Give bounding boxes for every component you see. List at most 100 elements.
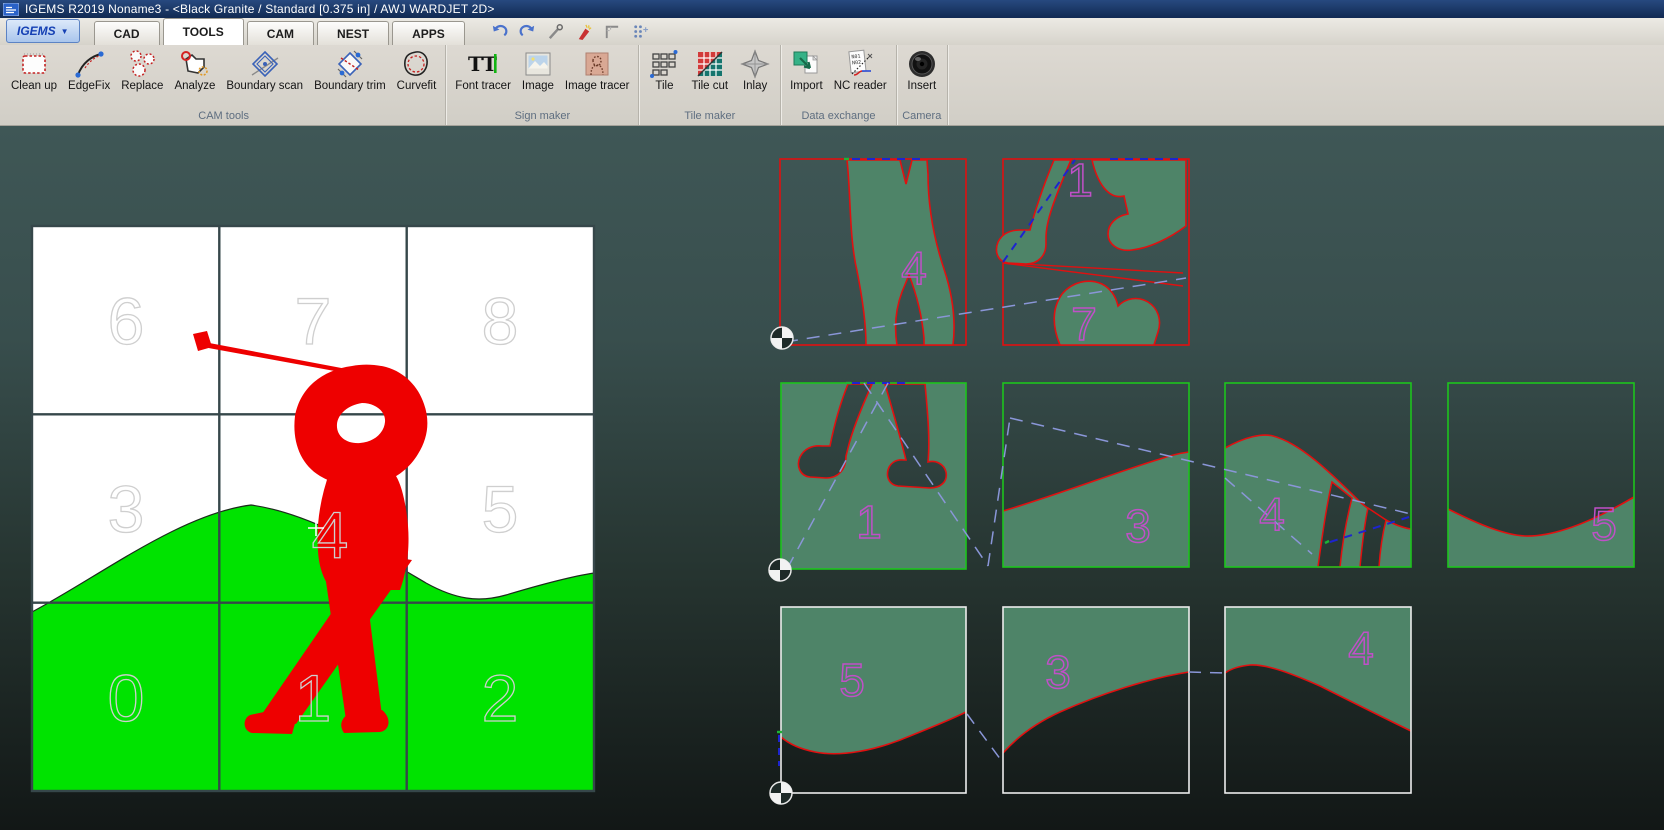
button-label: EdgeFix: [68, 80, 110, 92]
tab-apps[interactable]: APPS: [392, 21, 465, 45]
chevron-down-icon: ▼: [61, 27, 69, 36]
button-label: Boundary trim: [314, 80, 386, 92]
tile-icon: [648, 48, 680, 80]
button-label: Clean up: [11, 80, 57, 92]
svg-text:3: 3: [108, 472, 145, 546]
import-button[interactable]: Import: [786, 47, 827, 93]
replace-button[interactable]: Replace: [117, 47, 167, 93]
group-data-exchange: Import N01N02 NC reader Data exchange: [781, 45, 897, 125]
svg-text:5: 5: [482, 472, 519, 546]
svg-text:3: 3: [1045, 646, 1071, 698]
igems-menu-label: IGEMS: [17, 24, 56, 38]
white-tile-2-material[interactable]: [1003, 607, 1189, 753]
svg-text:5: 5: [1591, 498, 1617, 550]
svg-text:6: 6: [108, 284, 145, 358]
analyze-button[interactable]: Analyze: [170, 47, 219, 93]
origin-marker-row3[interactable]: [770, 782, 792, 804]
button-label: Image: [522, 80, 554, 92]
tile-button[interactable]: Tile: [644, 47, 684, 93]
tab-nest[interactable]: NEST: [317, 21, 389, 45]
piece-arm-band[interactable]: [1092, 160, 1186, 250]
tile-cut-button[interactable]: Tile cut: [687, 47, 732, 93]
button-label: NC reader: [834, 80, 887, 92]
svg-text:4: 4: [1259, 488, 1285, 540]
piece-boot[interactable]: [996, 160, 1071, 264]
font-tracer-button[interactable]: TT Font tracer: [451, 47, 515, 93]
boundary-trim-button[interactable]: Boundary trim: [310, 47, 390, 93]
svg-text:1: 1: [295, 661, 332, 735]
green-tile-3-material[interactable]: [1225, 435, 1411, 567]
corner-icon[interactable]: [602, 22, 621, 41]
piece-blob[interactable]: [1054, 281, 1159, 345]
boundary-scan-button[interactable]: Boundary scan: [222, 47, 307, 93]
cad-viewport[interactable]: 6 7 8 3 4 5 0 1 2: [0, 126, 1664, 830]
clean-up-button[interactable]: Clean up: [7, 47, 61, 93]
output-row-red[interactable]: 4 1 7: [780, 154, 1189, 350]
group-label-sign-maker: Sign maker: [451, 109, 633, 125]
button-label: Analyze: [174, 80, 215, 92]
group-label-tile-maker: Tile maker: [644, 109, 775, 125]
ribbon-tab-bar: IGEMS ▼ CAD TOOLS CAM NEST APPS: [0, 18, 1664, 45]
svg-text:7: 7: [1071, 298, 1097, 350]
svg-text:2: 2: [482, 661, 519, 735]
inlay-icon: [739, 48, 771, 80]
cleanup-icon: [18, 48, 50, 80]
group-label-data-exchange: Data exchange: [786, 109, 891, 125]
group-camera: Insert Camera: [897, 45, 948, 125]
group-sign-maker: TT Font tracer Image Image tracer Sign m…: [446, 45, 639, 125]
title-bar: IGEMS R2019 Noname3 - <Black Granite / S…: [0, 0, 1664, 18]
output-row-green[interactable]: 1 3 4 5: [781, 383, 1634, 569]
group-label-cam-tools: CAM tools: [7, 109, 440, 125]
quick-access-toolbar: [490, 22, 649, 41]
source-tile-grid[interactable]: 6 7 8 3 4 5 0 1 2: [32, 226, 594, 791]
button-label: Tile cut: [691, 80, 728, 92]
group-tile-maker: Tile Tile cut Inlay Tile maker: [639, 45, 781, 125]
insert-camera-button[interactable]: Insert: [902, 47, 942, 93]
font-tracer-icon: TT: [467, 48, 499, 80]
white-tile-1-material[interactable]: [781, 607, 966, 754]
import-icon: [790, 48, 822, 80]
origin-marker-row1[interactable]: [771, 327, 793, 349]
marker-icon[interactable]: [574, 22, 593, 41]
group-cam-tools: Clean up EdgeFix Replace Analyze: [2, 45, 446, 125]
redo-icon[interactable]: [518, 22, 537, 41]
svg-text:1: 1: [856, 496, 882, 548]
origin-marker-row2[interactable]: [769, 559, 791, 581]
button-label: Image tracer: [565, 80, 630, 92]
analyze-icon: [179, 48, 211, 80]
edgefix-icon: [73, 48, 105, 80]
button-label: Tile: [655, 80, 673, 92]
drawing-canvas[interactable]: 6 7 8 3 4 5 0 1 2: [0, 126, 1664, 830]
window-title: IGEMS R2019 Noname3 - <Black Granite / S…: [25, 2, 495, 16]
tab-cad[interactable]: CAD: [94, 21, 160, 45]
button-label: Replace: [121, 80, 163, 92]
svg-text:7: 7: [295, 284, 332, 358]
nc-reader-icon: N01N02: [844, 48, 876, 80]
nc-reader-button[interactable]: N01N02 NC reader: [830, 47, 891, 93]
white-tile-3-material[interactable]: [1225, 607, 1411, 731]
green-tile-2-material[interactable]: [1003, 452, 1189, 567]
replace-icon: [126, 48, 158, 80]
image-button[interactable]: Image: [518, 47, 558, 93]
edgefix-button[interactable]: EdgeFix: [64, 47, 114, 93]
svg-text:8: 8: [482, 284, 519, 358]
snap-grid-icon[interactable]: [630, 22, 649, 41]
curvefit-button[interactable]: Curvefit: [393, 47, 441, 93]
edit-tool-icon[interactable]: [546, 22, 565, 41]
boundary-trim-icon: [334, 48, 366, 80]
golfer-foot-left: [245, 712, 296, 734]
svg-text:5: 5: [839, 654, 865, 706]
inlay-button[interactable]: Inlay: [735, 47, 775, 93]
button-label: Inlay: [743, 80, 767, 92]
image-tracer-button[interactable]: Image tracer: [561, 47, 634, 93]
tab-tools[interactable]: TOOLS: [163, 18, 244, 45]
svg-text:4: 4: [312, 498, 349, 572]
output-row-white[interactable]: 5 3 4: [779, 607, 1411, 793]
svg-text:3: 3: [1125, 500, 1151, 552]
camera-lens-icon: [906, 48, 938, 80]
button-label: Insert: [907, 80, 936, 92]
igems-menu-button[interactable]: IGEMS ▼: [6, 19, 80, 43]
curvefit-icon: [400, 48, 432, 80]
tab-cam[interactable]: CAM: [247, 21, 314, 45]
undo-icon[interactable]: [490, 22, 509, 41]
